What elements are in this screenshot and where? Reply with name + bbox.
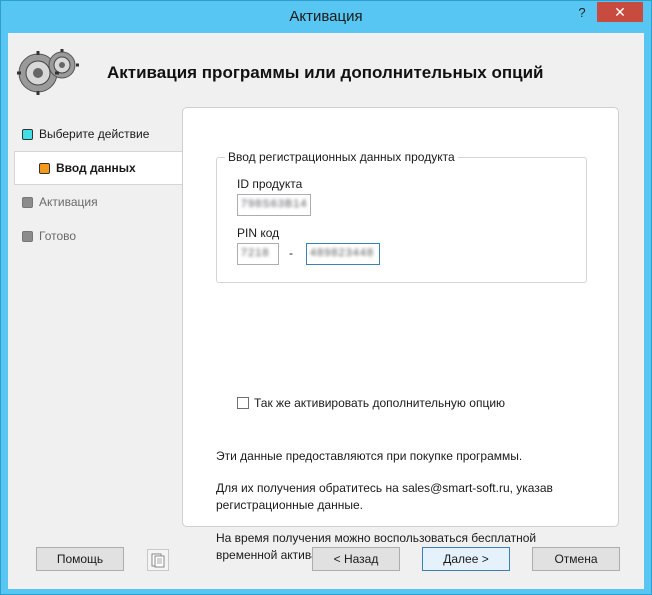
title-bar[interactable]: Активация ? ✕ xyxy=(1,1,651,33)
back-button[interactable]: < Назад xyxy=(312,547,400,571)
step-done: Готово xyxy=(14,219,76,253)
step-label: Ввод данных xyxy=(56,161,136,175)
pin-dash: - xyxy=(289,246,293,260)
content-panel: Ввод регистрационных данных продукта ID … xyxy=(182,107,619,562)
gears-icon xyxy=(17,49,79,95)
step-indicator xyxy=(22,196,33,208)
clipboard-glyph xyxy=(151,553,165,568)
step-label: Активация xyxy=(39,195,98,209)
registration-group: Ввод регистрационных данных продукта ID … xyxy=(216,150,587,283)
step-indicator xyxy=(22,230,33,242)
step-activation: Активация xyxy=(14,185,98,219)
info-text-1: Эти данные предоставляются при покупке п… xyxy=(216,449,523,463)
help-button[interactable]: Помощь xyxy=(36,547,124,571)
step-select-action: Выберите действие xyxy=(14,117,149,151)
product-id-value: 798S63B14 xyxy=(241,198,308,210)
pin-part2-value: 489823448 xyxy=(310,247,375,259)
info-text-2: Для их получения обратитесь на sales@sma… xyxy=(216,481,553,512)
clipboard-icon[interactable] xyxy=(147,549,169,571)
activation-window: Активация ? ✕ Активация программы или до… xyxy=(0,0,652,595)
group-label: Ввод регистрационных данных продукта xyxy=(225,150,458,164)
window-title: Активация xyxy=(289,8,363,25)
pin-part1-value: 7218 xyxy=(241,247,270,259)
close-button[interactable]: ✕ xyxy=(597,2,643,22)
step-indicator xyxy=(39,162,50,174)
extra-option-checkbox[interactable]: Так же активировать дополнительную опцию xyxy=(237,396,505,410)
next-button[interactable]: Далее > xyxy=(422,547,510,571)
pin-label: PIN код xyxy=(237,226,280,240)
pin-part1-input[interactable]: 7218 xyxy=(237,243,279,265)
step-label: Выберите действие xyxy=(39,127,150,141)
product-id-input[interactable]: 798S63B14 xyxy=(237,194,311,216)
product-id-label: ID продукта xyxy=(237,177,303,191)
step-label: Готово xyxy=(39,229,77,243)
dialog-heading: Активация программы или дополнительных о… xyxy=(107,63,544,82)
help-caption-button[interactable]: ? xyxy=(569,2,595,22)
cancel-button[interactable]: Отмена xyxy=(532,547,620,571)
step-data-entry: Ввод данных xyxy=(14,151,184,185)
step-indicator xyxy=(22,128,33,140)
dialog-header: Активация программы или дополнительных о… xyxy=(8,33,644,107)
checkbox-box[interactable] xyxy=(237,397,249,409)
pin-part2-input[interactable]: 489823448 xyxy=(306,243,380,265)
checkbox-label: Так же активировать дополнительную опцию xyxy=(254,396,506,410)
dialog-client-area: Активация программы или дополнительных о… xyxy=(8,33,644,589)
